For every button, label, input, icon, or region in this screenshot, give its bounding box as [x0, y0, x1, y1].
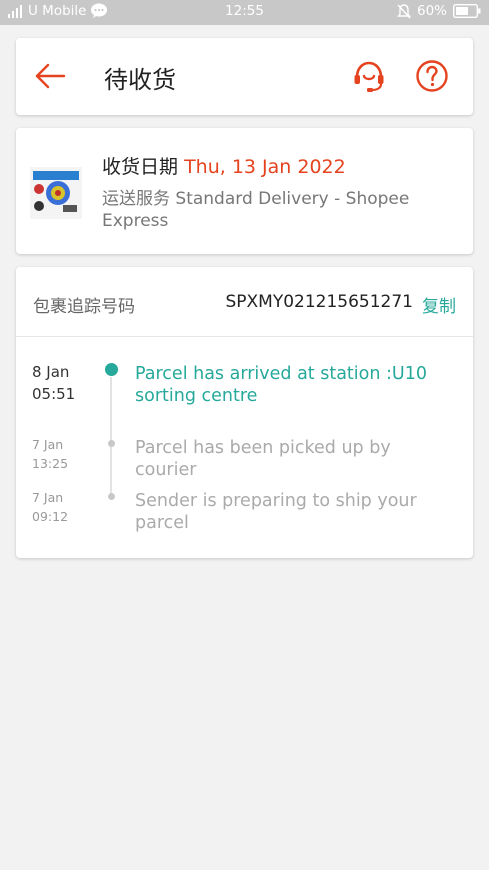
timeline-line	[110, 377, 112, 497]
tracking-card: 包裹追踪号码 SPXMY021215651271 复制 8 Jan 05:51 …	[16, 267, 473, 558]
status-bar: U Mobile 12:55 60%	[0, 0, 489, 25]
delivery-service-label: 运送服务	[102, 189, 170, 209]
status-right: 60%	[397, 3, 481, 19]
battery-percent: 60%	[416, 3, 447, 19]
delivery-date-value: Thu, 13 Jan 2022	[184, 156, 346, 178]
bell-muted-icon	[397, 3, 411, 18]
help-icon[interactable]	[415, 59, 449, 93]
tracking-number-label: 包裹追踪号码	[33, 297, 135, 317]
event-date: 8 Jan	[32, 363, 70, 381]
event-description: Parcel has been picked up by courier	[135, 438, 391, 480]
back-arrow-icon[interactable]	[34, 62, 66, 90]
delivery-info-card: 收货日期 Thu, 13 Jan 2022 运送服务 Standard Deli…	[16, 128, 473, 254]
delivery-date-label: 收货日期	[102, 156, 179, 178]
product-thumbnail[interactable]	[30, 167, 82, 219]
event-time: 09:12	[32, 509, 69, 524]
event-time: 05:51	[32, 385, 76, 403]
headset-support-icon[interactable]	[352, 59, 386, 93]
event-time: 13:25	[32, 456, 69, 471]
event-description: Sender is preparing to ship your parcel	[135, 491, 417, 533]
tracking-number: SPXMY021215651271	[225, 292, 413, 312]
event-date: 7 Jan	[32, 490, 64, 505]
page-title: 待收货	[104, 66, 176, 94]
timeline-dot	[108, 493, 115, 500]
delivery-service-line: 运送服务 Standard Delivery - Shopee Express	[102, 188, 432, 232]
battery-icon	[453, 4, 481, 18]
tracking-number-row: 包裹追踪号码 SPXMY021215651271 复制	[16, 267, 473, 337]
event-date: 7 Jan	[32, 437, 64, 452]
event-description: Parcel has arrived at station :U10 sorti…	[135, 364, 427, 406]
timeline-dot	[108, 440, 115, 447]
delivery-date-line: 收货日期 Thu, 13 Jan 2022	[102, 152, 346, 179]
copy-button[interactable]: 复制	[422, 292, 456, 317]
header-bar: 待收货	[16, 38, 473, 115]
timeline-dot-active	[105, 363, 118, 376]
